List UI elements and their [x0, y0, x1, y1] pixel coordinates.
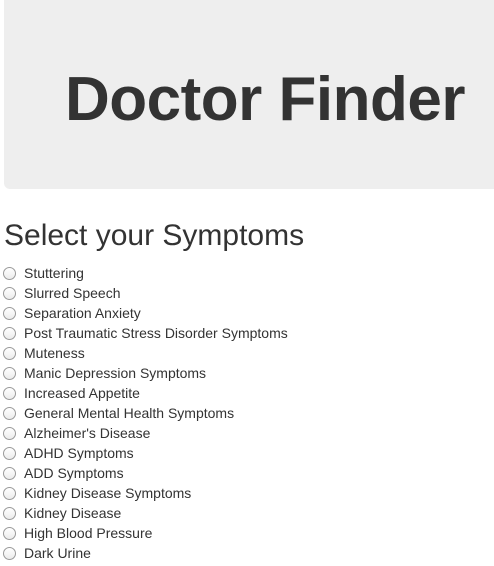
symptom-label: Stuttering: [24, 265, 84, 281]
symptom-option-stuttering[interactable]: Stuttering: [2, 263, 482, 283]
radio-button[interactable]: [3, 306, 16, 320]
symptom-option-ptsd-symptoms[interactable]: Post Traumatic Stress Disorder Symptoms: [2, 323, 482, 343]
radio-button[interactable]: [3, 506, 16, 520]
radio-button[interactable]: [3, 486, 16, 500]
symptom-option-kidney-disease[interactable]: Kidney Disease: [2, 503, 482, 523]
symptom-label: Manic Depression Symptoms: [24, 365, 207, 381]
radio-button[interactable]: [3, 266, 16, 280]
radio-button[interactable]: [3, 426, 16, 440]
symptom-option-adhd[interactable]: ADHD Symptoms: [2, 443, 482, 463]
radio-button[interactable]: [3, 366, 16, 380]
symptom-label: High Blood Pressure: [24, 525, 153, 541]
symptom-option-dark-urine[interactable]: Dark Urine: [2, 543, 482, 563]
symptom-label: Post Traumatic Stress Disorder Symptoms: [24, 325, 288, 341]
radio-button[interactable]: [3, 526, 16, 540]
symptom-option-add[interactable]: ADD Symptoms: [2, 463, 482, 483]
symptom-label: ADD Symptoms: [24, 465, 124, 481]
radio-button[interactable]: [3, 406, 16, 420]
radio-button[interactable]: [3, 346, 16, 360]
symptom-option-alzheimers[interactable]: Alzheimer's Disease: [2, 423, 482, 443]
radio-button[interactable]: [3, 546, 16, 560]
symptom-label: Muteness: [24, 345, 85, 361]
symptom-label: Alzheimer's Disease: [24, 425, 151, 441]
symptom-option-increased-appetite[interactable]: Increased Appetite: [2, 383, 482, 403]
symptom-option-general-mental-health[interactable]: General Mental Health Symptoms: [2, 403, 482, 423]
symptom-label: Kidney Disease: [24, 505, 122, 521]
symptom-option-muteness[interactable]: Muteness: [2, 343, 482, 363]
radio-button[interactable]: [3, 446, 16, 460]
symptom-label: Slurred Speech: [24, 285, 121, 301]
radio-button[interactable]: [3, 326, 16, 340]
symptom-option-slurred-speech[interactable]: Slurred Speech: [2, 283, 482, 303]
symptom-option-separation-anxiety[interactable]: Separation Anxiety: [2, 303, 482, 323]
radio-button[interactable]: [3, 466, 16, 480]
symptom-label: Separation Anxiety: [24, 305, 141, 321]
header-jumbotron: Doctor Finder: [4, 0, 494, 189]
app-title: Doctor Finder: [65, 65, 465, 134]
symptom-option-high-blood-pressure[interactable]: High Blood Pressure: [2, 523, 482, 543]
symptom-label: Kidney Disease Symptoms: [24, 485, 192, 501]
symptom-label: Dark Urine: [24, 545, 91, 561]
symptoms-heading: Select your Symptoms: [4, 219, 305, 252]
symptom-list: Stuttering Slurred Speech Separation Anx…: [2, 263, 482, 563]
symptom-label: Increased Appetite: [24, 385, 140, 401]
symptom-label: General Mental Health Symptoms: [24, 405, 235, 421]
symptom-option-manic-depression[interactable]: Manic Depression Symptoms: [2, 363, 482, 383]
radio-button[interactable]: [3, 286, 16, 300]
symptom-option-kidney-disease-symptoms[interactable]: Kidney Disease Symptoms: [2, 483, 482, 503]
radio-button[interactable]: [3, 386, 16, 400]
symptom-label: ADHD Symptoms: [24, 445, 134, 461]
